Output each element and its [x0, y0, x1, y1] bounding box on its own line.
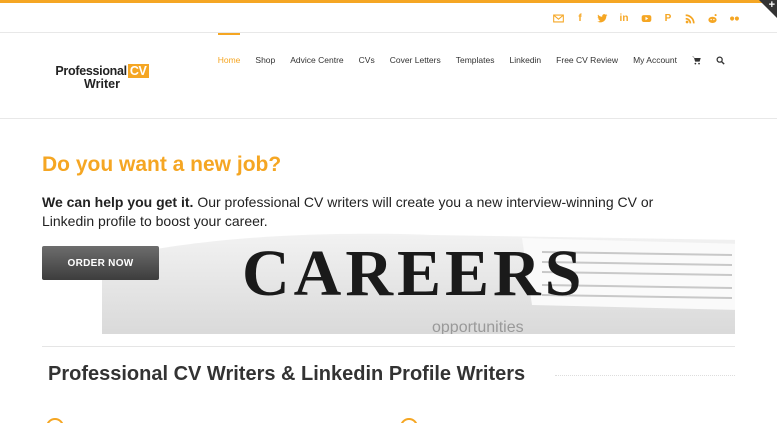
hero-banner: CAREERS opportunities Do you want a new …: [42, 120, 735, 334]
hero-bold-text: We can help you get it.: [42, 194, 194, 210]
youtube-icon[interactable]: [635, 3, 657, 33]
social-icons: f in P: [547, 3, 745, 33]
main-nav: Home Shop Advice Centre CVs Cover Letter…: [203, 33, 725, 86]
hero-title: Do you want a new job?: [42, 153, 282, 176]
order-now-button[interactable]: ORDER NOW: [42, 246, 159, 280]
nav-cover-letters[interactable]: Cover Letters: [390, 34, 441, 86]
nav-cvs[interactable]: CVs: [359, 34, 375, 86]
facebook-icon[interactable]: f: [569, 3, 591, 33]
reddit-icon[interactable]: [701, 3, 723, 33]
nav-linkedin[interactable]: Linkedin: [510, 34, 542, 86]
section-title: Professional CV Writers & Linkedin Profi…: [48, 363, 526, 385]
nav-free-cv-review[interactable]: Free CV Review: [556, 34, 618, 86]
pinterest-icon[interactable]: P: [657, 3, 679, 33]
rss-icon[interactable]: [679, 3, 701, 33]
cart-icon[interactable]: [692, 34, 701, 86]
nav-advice-centre[interactable]: Advice Centre: [290, 34, 343, 86]
logo-text-writer: Writer: [84, 77, 120, 91]
envelope-icon[interactable]: [547, 3, 569, 33]
search-icon[interactable]: [716, 34, 725, 86]
section-divider: [42, 346, 735, 347]
site-header: Professional CV Writer Home Shop Advice C…: [0, 33, 777, 119]
twitter-icon[interactable]: [591, 3, 613, 33]
feature-circle-icon: [400, 418, 418, 423]
linkedin-icon[interactable]: in: [613, 3, 635, 33]
nav-my-account[interactable]: My Account: [633, 34, 677, 86]
site-logo[interactable]: Professional CV Writer: [52, 64, 152, 91]
nav-home[interactable]: Home: [217, 33, 240, 86]
nav-shop[interactable]: Shop: [255, 34, 275, 86]
careers-headline: CAREERS: [242, 237, 585, 310]
social-bar: f in P: [0, 3, 777, 33]
section-title-rule: [555, 375, 735, 376]
logo-cv-badge: CV: [127, 64, 149, 78]
logo-text-professional: Professional: [55, 64, 127, 78]
hero-description: We can help you get it. Our professional…: [42, 193, 702, 231]
flickr-icon[interactable]: [723, 3, 745, 33]
feature-circle-icon: [46, 418, 64, 423]
opportunities-text: opportunities: [432, 319, 524, 334]
careers-newspaper-image: CAREERS opportunities: [102, 233, 735, 334]
nav-templates[interactable]: Templates: [456, 34, 495, 86]
logo-line1: Professional CV: [52, 64, 152, 78]
